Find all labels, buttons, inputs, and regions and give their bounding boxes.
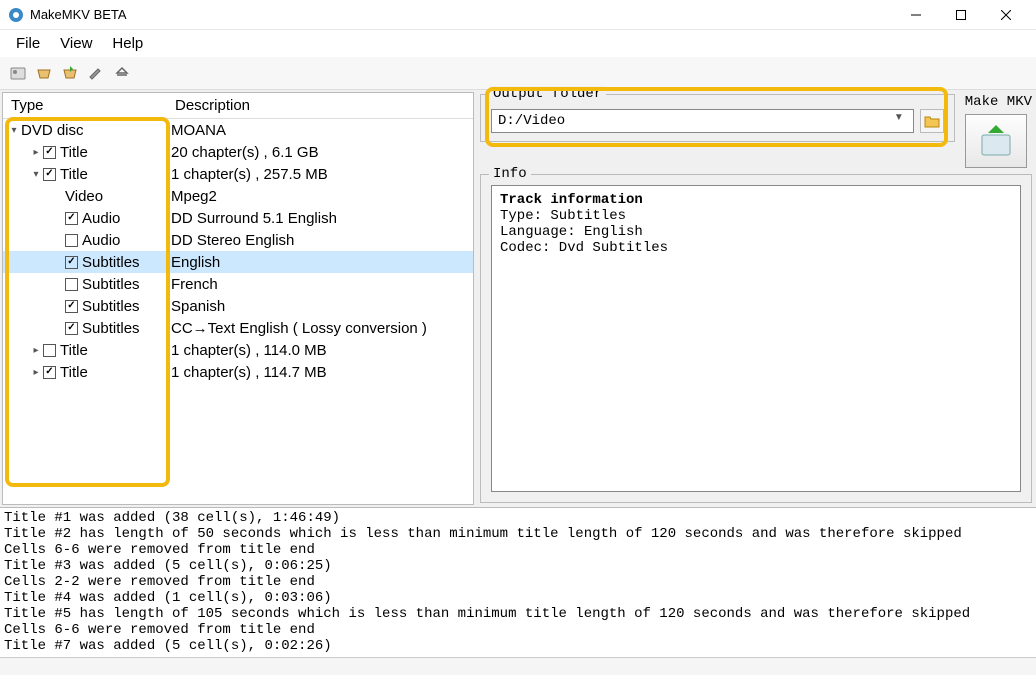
- tree-type-label: Title: [60, 166, 88, 183]
- expander-icon[interactable]: ▾: [29, 169, 43, 180]
- close-button[interactable]: [983, 1, 1028, 29]
- app-icon: [8, 7, 24, 23]
- open-disc-button[interactable]: [32, 61, 56, 85]
- menu-file[interactable]: File: [6, 32, 50, 55]
- expander-icon[interactable]: ▸: [29, 147, 43, 158]
- make-mkv-section: Make MKV: [965, 94, 1032, 168]
- statusbar: [0, 657, 1036, 675]
- checkbox[interactable]: [65, 212, 78, 225]
- tree-desc-label: 1 chapter(s) , 114.0 MB: [171, 342, 473, 359]
- tree-type-label: DVD disc: [21, 122, 84, 139]
- tree-type-label: Subtitles: [82, 254, 140, 271]
- tree-type-label: Subtitles: [82, 320, 140, 337]
- menu-view[interactable]: View: [50, 32, 102, 55]
- tree-row[interactable]: Subtitles CC→Text English ( Lossy convers…: [3, 317, 473, 339]
- tree-type-label: Title: [60, 144, 88, 161]
- tree-desc-label: Spanish: [171, 298, 473, 315]
- tree-desc-label: 1 chapter(s) , 114.7 MB: [171, 364, 473, 381]
- expander-icon[interactable]: ▾: [7, 125, 21, 136]
- tree-type-label: Subtitles: [82, 298, 140, 315]
- menubar: File View Help: [0, 30, 1036, 57]
- tree-type-label: Audio: [82, 232, 120, 249]
- tree-row[interactable]: Audio DD Surround 5.1 English: [3, 207, 473, 229]
- browse-folder-button[interactable]: [920, 109, 944, 133]
- tree-desc-label: Mpeg2: [171, 188, 473, 205]
- output-folder-input[interactable]: [491, 109, 914, 133]
- expander-icon[interactable]: ▸: [29, 345, 43, 356]
- tree-desc-label: DD Stereo English: [171, 232, 473, 249]
- checkbox[interactable]: [65, 300, 78, 313]
- settings-button[interactable]: [84, 61, 108, 85]
- tree-header: Type Description: [3, 93, 473, 119]
- tree-desc-label: 1 chapter(s) , 257.5 MB: [171, 166, 473, 183]
- tree-type-label: Video: [65, 188, 103, 205]
- tree-desc-label: DD Surround 5.1 English: [171, 210, 473, 227]
- menu-help[interactable]: Help: [102, 32, 153, 55]
- checkbox[interactable]: [65, 322, 78, 335]
- info-lines: Type: Subtitles Language: English Codec:…: [500, 208, 668, 256]
- open-file-button[interactable]: [6, 61, 30, 85]
- checkbox[interactable]: [65, 278, 78, 291]
- checkbox[interactable]: [65, 256, 78, 269]
- window-title: MakeMKV BETA: [30, 7, 893, 22]
- info-fieldset: Info Track information Type: Subtitles L…: [480, 174, 1032, 503]
- tree-header-desc[interactable]: Description: [175, 97, 473, 114]
- info-heading: Track information: [500, 192, 643, 208]
- log-output[interactable]: Title #1 was added (38 cell(s), 1:46:49)…: [0, 507, 1036, 657]
- make-mkv-button[interactable]: [965, 114, 1027, 168]
- checkbox[interactable]: [43, 168, 56, 181]
- tree-type-label: Subtitles: [82, 276, 140, 293]
- save-button[interactable]: [58, 61, 82, 85]
- tree-row[interactable]: Subtitles French: [3, 273, 473, 295]
- info-content: Track information Type: Subtitles Langua…: [491, 185, 1021, 492]
- checkbox[interactable]: [65, 234, 78, 247]
- tree-row[interactable]: ▸ Title 1 chapter(s) , 114.0 MB: [3, 339, 473, 361]
- tree-type-label: Title: [60, 364, 88, 381]
- eject-button[interactable]: [110, 61, 134, 85]
- tree-desc-label: CC→Text English ( Lossy conversion ): [171, 320, 473, 337]
- tree-desc-label: MOANA: [171, 122, 473, 139]
- tree-type-label: Title: [60, 342, 88, 359]
- output-folder-fieldset: Output folder ▼: [480, 94, 955, 142]
- tree-row[interactable]: Video Mpeg2: [3, 185, 473, 207]
- tree-desc-label: 20 chapter(s) , 6.1 GB: [171, 144, 473, 161]
- checkbox[interactable]: [43, 146, 56, 159]
- minimize-button[interactable]: [893, 1, 938, 29]
- tree-row[interactable]: ▸ Title 1 chapter(s) , 114.7 MB: [3, 361, 473, 383]
- tree-row[interactable]: ▾DVD disc MOANA: [3, 119, 473, 141]
- tree-desc-label: English: [171, 254, 473, 271]
- tree-type-label: Audio: [82, 210, 120, 227]
- tree-desc-label: French: [171, 276, 473, 293]
- tree-row[interactable]: Subtitles Spanish: [3, 295, 473, 317]
- tree-body[interactable]: ▾DVD discMOANA▸Title20 chapter(s) , 6.1 …: [3, 119, 473, 504]
- info-label: Info: [489, 166, 531, 182]
- title-tree-panel: Type Description ▾DVD discMOANA▸Title20 …: [2, 92, 474, 505]
- expander-icon[interactable]: ▸: [29, 367, 43, 378]
- tree-header-type[interactable]: Type: [11, 97, 175, 114]
- tree-row[interactable]: Subtitles English: [3, 251, 473, 273]
- tree-row[interactable]: Audio DD Stereo English: [3, 229, 473, 251]
- maximize-button[interactable]: [938, 1, 983, 29]
- titlebar: MakeMKV BETA: [0, 0, 1036, 30]
- tree-row[interactable]: ▸ Title 20 chapter(s) , 6.1 GB: [3, 141, 473, 163]
- checkbox[interactable]: [43, 344, 56, 357]
- output-folder-label: Output folder: [489, 86, 606, 102]
- make-mkv-label: Make MKV: [965, 94, 1032, 110]
- tree-row[interactable]: ▾ Title 1 chapter(s) , 257.5 MB: [3, 163, 473, 185]
- checkbox[interactable]: [43, 366, 56, 379]
